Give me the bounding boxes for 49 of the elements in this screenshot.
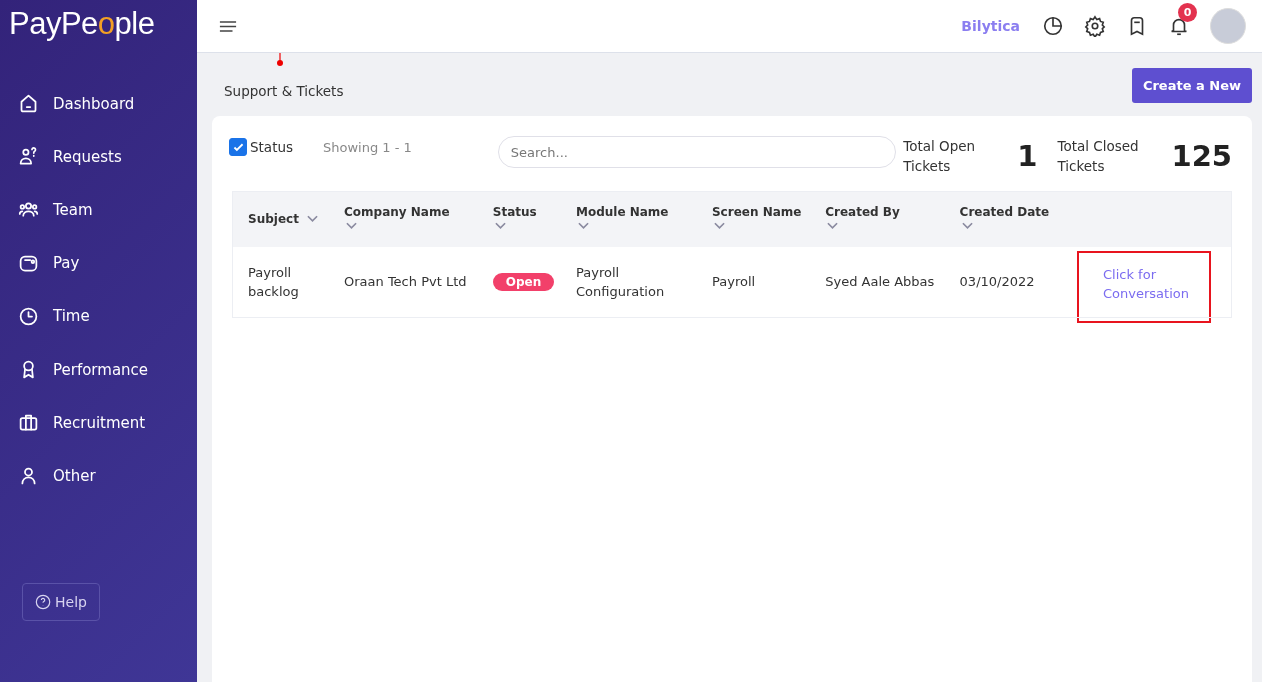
column-header[interactable]: Subject (232, 191, 336, 247)
caret-icon (827, 222, 839, 231)
sidebar-item[interactable]: Pay (0, 236, 197, 290)
sidebar-item[interactable]: Time (0, 289, 197, 343)
total-value: 125 (1171, 139, 1232, 173)
caret-icon (346, 222, 357, 231)
total-value: 1 (1017, 139, 1038, 173)
settings-icon[interactable] (1084, 15, 1106, 37)
total-label: Total Closed Tickets (1057, 137, 1140, 176)
sidebar-item[interactable]: Performance (0, 342, 197, 397)
sidebar-item[interactable]: Requests (0, 130, 197, 184)
caret-icon (494, 222, 506, 231)
menu-icon[interactable] (219, 19, 237, 33)
caret-icon (713, 222, 725, 231)
column-header[interactable]: Screen Name (703, 191, 818, 247)
table-cell: Payroll Configuration (567, 246, 704, 317)
home-icon (18, 93, 39, 115)
table-cell: Payroll (703, 246, 818, 317)
sidebar-item[interactable]: Dashboard (0, 77, 197, 131)
total-label: Total Open Tickets (903, 137, 977, 176)
help-button[interactable]: Help (22, 582, 100, 621)
caret-icon (577, 222, 589, 231)
sidebar-item[interactable]: Other (0, 449, 197, 503)
column-header[interactable]: Created By (817, 191, 952, 247)
sidebar-item[interactable]: Recruitment (0, 396, 197, 450)
table-cell: Oraan Tech Pvt Ltd (336, 246, 485, 317)
caret-icon (961, 222, 973, 231)
clock-icon (18, 305, 39, 327)
status-badge: Open (492, 272, 555, 291)
page-title: Support & Tickets (224, 83, 344, 99)
showing-count: Showing 1 - 1 (323, 140, 412, 155)
column-header[interactable]: Created Date (951, 191, 1065, 247)
conversation-link[interactable]: Click for Conversation (1103, 264, 1189, 303)
table-cell: Syed Aale Abbas (817, 246, 952, 317)
status-checkbox[interactable]: Status (229, 138, 294, 156)
caret-icon (306, 215, 318, 224)
pointer-marker (276, 53, 284, 67)
search-field[interactable]: Search... (497, 136, 896, 168)
column-header[interactable]: Module Name (567, 191, 704, 247)
table-cell: 03/10/2022 (951, 246, 1065, 317)
pie-chart-icon[interactable] (1042, 15, 1064, 37)
notification-count: 0 (1178, 3, 1197, 22)
column-header[interactable]: Company Name (336, 191, 485, 247)
question-icon (35, 592, 52, 611)
column-header[interactable]: Status (484, 191, 568, 247)
table-cell: Payroll backlog (232, 246, 336, 317)
logo: PayPeople (8, 5, 156, 43)
create-new-button[interactable]: Create a New (1131, 67, 1252, 103)
sidebar-item[interactable]: Team (0, 183, 197, 237)
